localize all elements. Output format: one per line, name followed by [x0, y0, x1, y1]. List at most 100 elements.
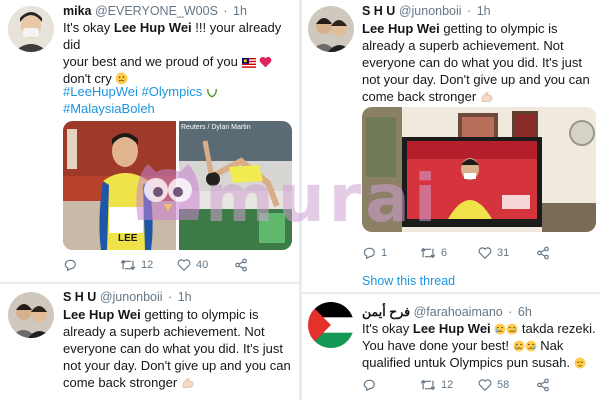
tweet-header: S H U @junonboii · 1h [362, 4, 491, 18]
reply-button[interactable]: 1 [362, 246, 420, 260]
timestamp[interactable]: 1h [178, 290, 192, 304]
flag-icon [308, 302, 354, 348]
tweet-header: S H U @junonboii · 1h [63, 290, 192, 304]
tweet-line-5: come back stronger [63, 374, 297, 391]
share-button[interactable] [536, 378, 550, 392]
avatar[interactable] [308, 302, 354, 348]
crying-emoji [506, 323, 518, 335]
text-segment: getting to olympic is [140, 307, 259, 322]
retweet-count: 12 [441, 379, 454, 391]
retweet-icon [420, 379, 436, 391]
like-icon [478, 379, 492, 392]
avatar[interactable] [308, 6, 354, 52]
tweet-text: It's okay Lee Hup Wei takda rezeki. You … [362, 320, 598, 371]
text-segment: getting to olympic is [439, 21, 558, 36]
mention-bold: Lee Hup Wei [113, 20, 192, 35]
avatar[interactable] [8, 292, 54, 338]
tweet-line-3: everyone can do what you did. It's just [362, 55, 582, 70]
tweet-line-2: already a superb achievement. Not [63, 324, 265, 339]
text-segment: come back stronger [63, 375, 178, 390]
hashtag-link[interactable]: #MalaysiaBoleh [63, 101, 155, 116]
retweet-button[interactable]: 12 [120, 258, 177, 272]
tweet-line-2: your best and we proud of you [63, 53, 295, 70]
tweet-line-5: come back stronger [362, 88, 598, 105]
reply-button[interactable] [63, 258, 120, 272]
timestamp[interactable]: 1h [233, 4, 247, 18]
tweet-header: فرح أيمن @farahoaimano · 6h [362, 304, 532, 319]
tweet-line-1: It's okay Lee Hup Wei !!! your already d… [63, 19, 295, 53]
muscle-emoji [182, 378, 194, 388]
text-segment: qualified untuk Olympics pun susah. [362, 355, 571, 370]
hashtag-link[interactable]: #LeeHupWei #Olympics [63, 84, 202, 99]
like-count: 58 [497, 379, 510, 391]
text-segment: It's okay [63, 20, 114, 35]
retweet-button[interactable]: 6 [420, 246, 478, 260]
muscle-emoji [481, 92, 493, 102]
separator: · [223, 4, 228, 18]
handle[interactable]: @junonboii [399, 4, 462, 18]
hashtag-line-2[interactable]: #MalaysiaBoleh [63, 100, 295, 117]
reply-count: 1 [381, 247, 388, 259]
tweet-media[interactable]: Reuters / Dylan Martin LEE [63, 121, 292, 250]
display-name[interactable]: فرح أيمن [362, 305, 410, 319]
media-photos [63, 121, 292, 250]
reply-icon [363, 247, 375, 260]
tweet-actions: 1 6 31 [362, 246, 596, 260]
timestamp[interactable]: 1h [477, 4, 491, 18]
tweet-media[interactable] [362, 107, 596, 232]
show-thread-link[interactable]: Show this thread [362, 274, 455, 288]
avatar-photo [8, 292, 54, 338]
tweet-line-4: not your day. Don't give up and you can [63, 358, 291, 373]
display-name[interactable]: S H U [63, 290, 96, 304]
crying-emoji [525, 340, 536, 352]
tweet-card-mika[interactable]: mika @EVERYONE_W00S · 1h It's okay Lee H… [0, 0, 298, 282]
tweet-card-shu-left[interactable]: S H U @junonboii · 1h Lee Hup Wei gettin… [0, 284, 298, 400]
mention-bold: Lee Hup Wei [412, 321, 491, 336]
photo-credit: Reuters / Dylan Martin [181, 124, 251, 131]
share-button[interactable] [536, 246, 550, 260]
reply-icon [64, 259, 76, 272]
share-icon [235, 258, 247, 272]
tweet-line-1: Lee Hup Wei getting to olympic is [63, 306, 297, 323]
display-name[interactable]: S H U [362, 4, 395, 18]
share-button[interactable] [234, 258, 248, 272]
tweet-text: Lee Hup Wei getting to olympic is alread… [63, 306, 297, 391]
heart-emoji [259, 56, 272, 68]
handle[interactable]: @farahoaimano [414, 305, 503, 319]
reply-icon [363, 379, 375, 392]
hashtag-line-1[interactable]: #LeeHupWei #Olympics [63, 83, 295, 100]
tweet-line-1: Lee Hup Wei getting to olympic is [362, 20, 598, 37]
tweet-line-3: qualified untuk Olympics pun susah. [362, 354, 598, 371]
like-button[interactable]: 40 [177, 258, 234, 272]
separator: · [508, 305, 513, 319]
tweet-card-shu-right[interactable]: S H U @junonboii · 1h Lee Hup Wei gettin… [302, 0, 600, 292]
reply-button[interactable] [362, 378, 420, 392]
crying-emoji [494, 323, 506, 335]
hashtags: #LeeHupWei #Olympics #MalaysiaBoleh [63, 83, 295, 117]
tweet-line-2: already a superb achievement. Not [362, 38, 564, 53]
tweet-text: It's okay Lee Hup Wei !!! your already d… [63, 19, 295, 87]
avatar-photo [308, 6, 354, 52]
mention-bold: Lee Hup Wei [362, 21, 440, 36]
separator: · [467, 4, 472, 18]
avatar[interactable] [8, 6, 54, 52]
handle[interactable]: @EVERYONE_W00S [95, 4, 218, 18]
like-count: 40 [196, 259, 209, 271]
retweet-count: 12 [141, 259, 154, 271]
timestamp[interactable]: 6h [518, 305, 532, 319]
like-button[interactable]: 58 [478, 378, 536, 392]
handle[interactable]: @junonboii [100, 290, 163, 304]
text-segment: Nak [540, 338, 564, 353]
tweet-actions: 12 58 [362, 378, 598, 392]
media-photo-tv [362, 107, 596, 232]
tweet-line-2: You have done your best! Nak [362, 337, 598, 354]
text-segment: your best and we proud of you [63, 54, 238, 69]
tweet-actions: 12 40 [63, 258, 292, 272]
like-button[interactable]: 31 [478, 246, 536, 260]
tweet-line-4: not your day. Don't give up and you can [362, 72, 590, 87]
retweet-button[interactable]: 12 [420, 378, 478, 392]
retweet-icon [120, 259, 136, 271]
display-name[interactable]: mika [63, 4, 92, 18]
tweet-line-1: It's okay Lee Hup Wei takda rezeki. [362, 320, 598, 337]
tweet-card-farah[interactable]: فرح أيمن @farahoaimano · 6h It's okay Le… [302, 294, 600, 400]
